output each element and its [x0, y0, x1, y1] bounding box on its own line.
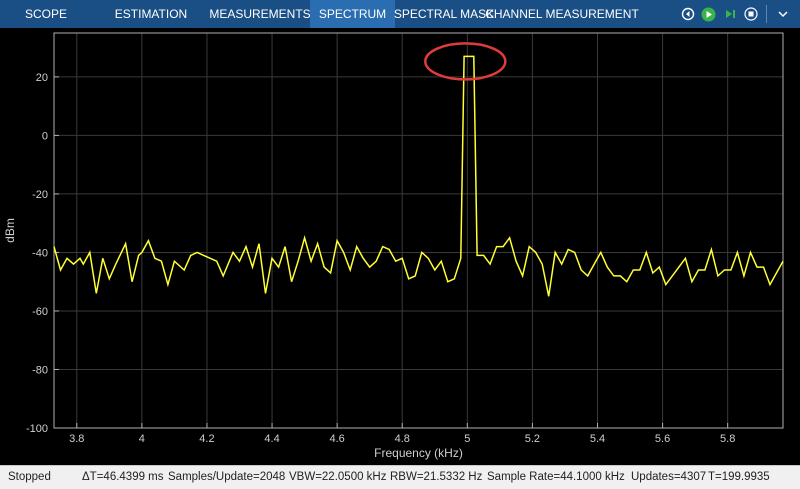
- y-tick-label: 0: [42, 130, 48, 142]
- status-sample-rate: Sample Rate=44.1000 kHz: [487, 471, 625, 483]
- status-bar: Stopped ΔT=46.4399 ms Samples/Update=204…: [0, 465, 800, 489]
- y-axis-label: dBm: [3, 218, 17, 243]
- run-icon[interactable]: [701, 7, 716, 22]
- status-time: T=199.9935: [708, 471, 770, 483]
- status-state: Stopped: [8, 471, 51, 483]
- tab-scope[interactable]: SCOPE: [0, 0, 92, 28]
- x-tick-label: 5.6: [655, 433, 670, 445]
- tab-spectrum[interactable]: SPECTRUM: [310, 0, 395, 28]
- tab-estimation[interactable]: ESTIMATION: [92, 0, 210, 28]
- tab-spectral-mask[interactable]: SPECTRAL MASK: [394, 0, 494, 28]
- x-tick-label: 5.2: [525, 433, 540, 445]
- y-tick-label: 20: [36, 72, 48, 84]
- spectrum-chart: 3.8 4 4.2 4.4 4.6 4.8 5 5.2 5.4 5.6 5.8 20 0 -20 -40 -…: [3, 32, 784, 460]
- tab-measurements[interactable]: MEASUREMENTS: [209, 0, 310, 28]
- axes-box: [53, 32, 784, 429]
- spectrum-trace: [53, 55, 784, 297]
- x-tick-label: 5: [464, 433, 470, 445]
- x-tick-label: 4.6: [329, 433, 344, 445]
- stop-icon[interactable]: [743, 7, 758, 22]
- y-tick-label: -60: [32, 306, 48, 318]
- step-forward-icon[interactable]: [722, 7, 737, 22]
- x-tick-label: 5.8: [720, 433, 735, 445]
- x-tick-label: 4.4: [264, 433, 279, 445]
- x-axis-label: Frequency (kHz): [374, 446, 463, 460]
- x-tick-label: 4.8: [395, 433, 410, 445]
- status-delta-t: ΔT=46.4399 ms: [82, 471, 164, 483]
- y-tick-label: -100: [26, 423, 48, 435]
- grid-lines: [54, 33, 783, 428]
- toolbar-separator: [766, 5, 767, 23]
- y-tick-label: -80: [32, 364, 48, 376]
- x-axis-ticks: 3.8 4 4.2 4.4 4.6 4.8 5 5.2 5.4 5.6 5.8: [69, 423, 735, 445]
- x-tick-label: 5.4: [590, 433, 605, 445]
- status-vbw: VBW=22.0500 kHz: [289, 471, 387, 483]
- x-tick-label: 4: [139, 433, 145, 445]
- status-samples-per-update: Samples/Update=2048: [168, 471, 286, 483]
- tab-channel-measurements[interactable]: CHANNEL MEASUREMENTS: [485, 0, 647, 28]
- status-updates: Updates=4307: [631, 471, 707, 483]
- y-tick-label: -40: [32, 247, 48, 259]
- y-tick-label: -20: [32, 189, 48, 201]
- step-back-icon[interactable]: [680, 7, 695, 22]
- peak-highlight-circle: [424, 42, 507, 81]
- simulation-controls: [639, 0, 800, 28]
- x-tick-label: 3.8: [69, 433, 84, 445]
- toolstrip: SCOPE ESTIMATION MEASUREMENTS SPECTRUM S…: [0, 0, 800, 28]
- x-tick-label: 4.2: [199, 433, 214, 445]
- status-rbw: RBW=21.5332 Hz: [390, 471, 483, 483]
- spectrum-plot[interactable]: 3.8 4 4.2 4.4 4.6 4.8 5 5.2 5.4 5.6 5.8 20 0 -20 -40 -…: [0, 28, 800, 465]
- more-icon[interactable]: [775, 7, 790, 22]
